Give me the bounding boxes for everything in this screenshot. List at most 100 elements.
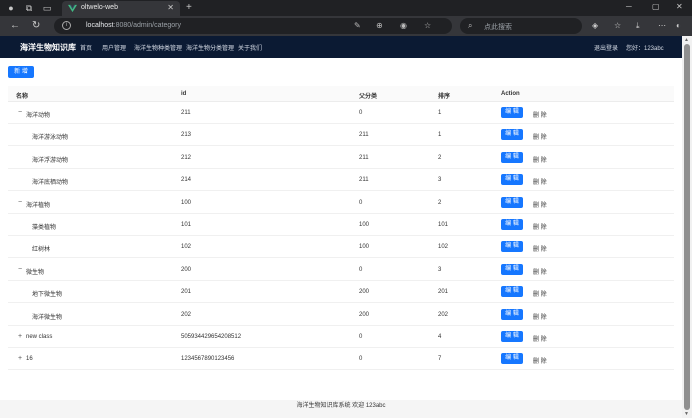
cell-name: 海洋底栖动物 (32, 180, 69, 187)
table-row: 海洋微生物 202 200 202 编 辑 删 除 (8, 304, 674, 326)
delete-button[interactable]: 删 除 (533, 289, 547, 298)
reload-icon[interactable]: ↻ (32, 20, 40, 31)
edit-button[interactable]: 编 辑 (501, 174, 523, 186)
delete-button[interactable]: 删 除 (533, 312, 547, 321)
table-row: 藻类植物 101 100 101 编 辑 删 除 (8, 214, 674, 236)
favorite-icon[interactable]: ☆ (424, 21, 431, 30)
delete-button[interactable]: 删 除 (533, 132, 547, 141)
header-id: id (181, 91, 187, 97)
cell-id: 100 (181, 199, 192, 206)
cell-name: new class (26, 334, 53, 340)
edit-button[interactable]: 编 辑 (501, 151, 523, 163)
browser-tab[interactable]: oltwelo-web ✕ (62, 1, 180, 16)
cell-name: 16 (26, 356, 33, 363)
back-icon[interactable]: ← (10, 20, 20, 31)
cell-parent: 100 (359, 244, 370, 251)
table-row: 地下微生物 201 200 201 编 辑 删 除 (8, 281, 674, 304)
collapse-icon[interactable]: − (18, 109, 22, 116)
delete-button[interactable]: 删 除 (533, 356, 547, 365)
nav-species-management[interactable]: 海洋生物种类管理 (134, 43, 182, 52)
maximize-icon[interactable]: ▢ (652, 2, 660, 11)
edit-button[interactable]: 编 辑 (501, 241, 523, 253)
cell-id: 202 (181, 311, 192, 318)
more-menu-icon[interactable]: ⋯ (658, 21, 666, 30)
logout-link[interactable]: 退出登录 (594, 43, 618, 52)
nav-category-management[interactable]: 海洋生物分类管理 (186, 43, 234, 52)
cell-id: 211 (181, 110, 191, 116)
table-row: − 海洋植物 100 0 2 编 辑 删 除 (8, 192, 674, 214)
table-row: + new class 505934429654208512 0 4 编 辑 删 除 (8, 326, 674, 348)
page-scrollbar[interactable]: ▲ ▼ (682, 36, 692, 418)
delete-button[interactable]: 删 除 (533, 222, 547, 231)
minimize-icon[interactable]: ─ (626, 2, 632, 11)
delete-button[interactable]: 删 除 (533, 177, 547, 186)
collections-icon[interactable]: ⧉ (24, 3, 34, 13)
cell-name: 海洋浮游动物 (32, 157, 69, 164)
tab-actions-icon[interactable]: ▭ (42, 3, 52, 13)
cell-id: 200 (181, 266, 192, 273)
cell-name: 藻类植物 (32, 225, 57, 231)
delete-button[interactable]: 删 除 (533, 267, 547, 276)
edit-button[interactable]: 编 辑 (501, 196, 523, 208)
zoom-icon[interactable]: ⊕ (376, 21, 383, 30)
cell-name: 海洋微生物 (32, 314, 63, 321)
cell-sort: 202 (438, 311, 449, 318)
cell-parent: 0 (359, 199, 363, 206)
cell-name: 红树林 (32, 247, 51, 254)
edit-button[interactable]: 编 辑 (501, 331, 523, 342)
scroll-down-icon[interactable]: ▼ (684, 411, 689, 417)
scroll-up-icon[interactable]: ▲ (684, 37, 689, 43)
read-aloud-icon[interactable]: ✎ (354, 21, 361, 30)
cell-name: 海洋动物 (26, 113, 51, 119)
cell-name: 微生物 (26, 269, 45, 276)
profile-icon[interactable]: ● (6, 3, 16, 13)
nav-about[interactable]: 关于我们 (238, 43, 262, 52)
delete-button[interactable]: 删 除 (533, 244, 547, 253)
site-header: 海洋生物知识库 首页 用户管理 海洋生物种类管理 海洋生物分类管理 关于我们 退… (0, 36, 682, 58)
cell-sort: 2 (438, 199, 442, 206)
user-greeting: 您好：123abc (626, 46, 664, 52)
scrollbar-thumb[interactable] (684, 44, 690, 410)
edit-button[interactable]: 编 辑 (501, 107, 523, 118)
copilot-icon[interactable]: ◐ (676, 21, 681, 30)
edit-button[interactable]: 编 辑 (501, 263, 523, 275)
edit-button[interactable]: 编 辑 (501, 353, 523, 365)
extension-icon[interactable]: ◉ (400, 21, 407, 30)
shield-icon[interactable]: ◈ (592, 21, 598, 30)
new-tab-icon[interactable]: + (186, 2, 192, 13)
table-header: 名称 id 父分类 排序 Action (8, 86, 674, 102)
expand-icon[interactable]: + (18, 355, 22, 362)
nav-user-management[interactable]: 用户管理 (102, 43, 126, 52)
delete-button[interactable]: 删 除 (533, 334, 547, 343)
cell-parent: 0 (359, 266, 363, 273)
add-category-button[interactable]: 新 增 (8, 66, 34, 78)
cell-sort: 102 (438, 244, 449, 251)
expand-icon[interactable]: + (18, 333, 22, 340)
window-close-icon[interactable]: ✕ (676, 2, 683, 11)
cell-id: 201 (181, 289, 192, 296)
collapse-icon[interactable]: − (18, 199, 22, 206)
site-brand[interactable]: 海洋生物知识库 (20, 42, 76, 53)
cell-parent: 200 (359, 311, 370, 318)
search-icon: ⌕ (468, 21, 473, 30)
nav-home[interactable]: 首页 (80, 43, 92, 52)
edit-button[interactable]: 编 辑 (501, 308, 523, 320)
edit-button[interactable]: 编 辑 (501, 286, 523, 298)
edit-button[interactable]: 编 辑 (501, 129, 523, 141)
favorites-bar-icon[interactable]: ☆ (614, 21, 621, 30)
table-row: 红树林 102 100 102 编 辑 删 除 (8, 236, 674, 259)
cell-sort: 1 (438, 132, 442, 139)
delete-button[interactable]: 删 除 (533, 200, 547, 209)
cell-parent: 0 (359, 356, 363, 363)
edit-button[interactable]: 编 辑 (501, 219, 523, 230)
site-info-icon[interactable]: i (62, 21, 71, 30)
cell-id: 1234567890123456 (181, 356, 235, 363)
collapse-icon[interactable]: − (18, 266, 22, 273)
delete-button[interactable]: 删 除 (533, 110, 547, 119)
delete-button[interactable]: 删 除 (533, 155, 547, 164)
browser-search-field[interactable]: ⌕ 点此搜索 (460, 18, 582, 34)
url-input[interactable]: i localhost:8080/admin/category ✎ ⊕ ◉ ☆ (54, 18, 452, 34)
download-icon[interactable]: ⤓ (636, 21, 640, 31)
tab-close-icon[interactable]: ✕ (167, 3, 174, 12)
cell-name: 地下微生物 (32, 292, 63, 299)
